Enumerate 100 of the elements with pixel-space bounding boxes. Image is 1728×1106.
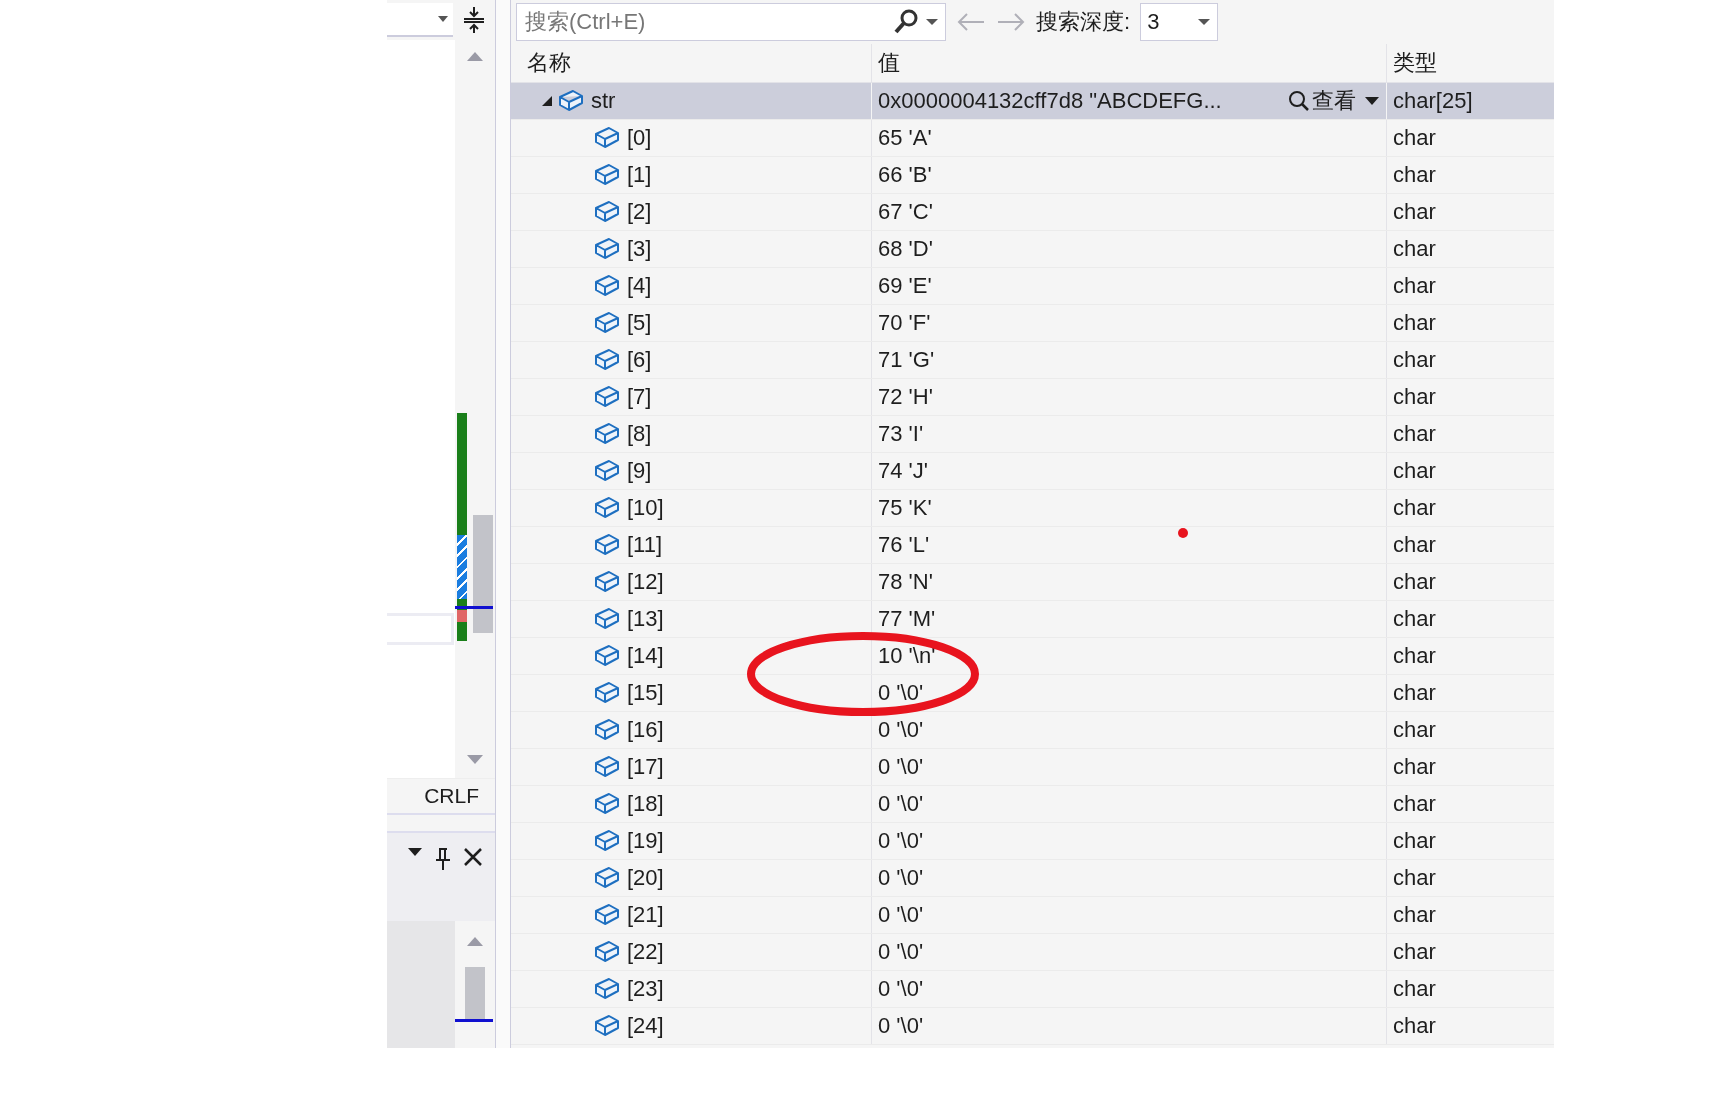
variable-type: char <box>1393 717 1436 743</box>
watch-row[interactable]: [17] 0 '\0' char <box>511 749 1554 786</box>
variable-type: char <box>1393 421 1436 447</box>
variable-name: [6] <box>627 347 652 373</box>
caret-icon[interactable] <box>925 18 939 26</box>
variable-type: char[25] <box>1393 88 1473 114</box>
variable-value: 78 'N' <box>878 569 933 595</box>
watch-row[interactable]: [15] 0 '\0' char <box>511 675 1554 712</box>
watch-row[interactable]: [19] 0 '\0' char <box>511 823 1554 860</box>
cube-icon <box>593 273 621 299</box>
expand-arrow-icon[interactable] <box>541 95 553 107</box>
variable-name: [11] <box>627 532 663 558</box>
watch-row[interactable]: [9] 74 'J' char <box>511 453 1554 490</box>
variable-name: [20] <box>627 865 664 891</box>
variable-type: char <box>1393 902 1436 928</box>
watch-row[interactable]: str 0x0000004132cff7d8 "ABCDEFG... 查看 char[25] <box>511 83 1554 120</box>
variable-type: char <box>1393 384 1436 410</box>
search-field[interactable]: 搜索(Ctrl+E) <box>516 3 946 41</box>
caret-icon <box>437 15 449 23</box>
variable-value: 66 'B' <box>878 162 932 188</box>
watch-row[interactable]: [11] 76 'L' char <box>511 527 1554 564</box>
search-depth-dropdown[interactable]: 3 <box>1140 3 1219 41</box>
variable-value: 73 'I' <box>878 421 924 447</box>
scroll-thumb[interactable] <box>465 967 485 1019</box>
search-depth-label: 搜索深度: <box>1036 8 1131 36</box>
watch-row[interactable]: [5] 70 'F' char <box>511 305 1554 342</box>
variable-type: char <box>1393 236 1436 262</box>
variable-name: [12] <box>627 569 664 595</box>
dropdown-field[interactable] <box>387 3 453 37</box>
edit-marker <box>457 535 467 599</box>
search-input[interactable]: 搜索(Ctrl+E) <box>523 8 893 36</box>
line-ending-label[interactable]: CRLF <box>424 784 479 808</box>
cube-icon <box>593 236 621 262</box>
variable-name: [22] <box>627 939 664 965</box>
search-icon[interactable] <box>893 9 919 35</box>
watch-row[interactable]: [6] 71 'G' char <box>511 342 1554 379</box>
watch-row[interactable]: [2] 67 'C' char <box>511 194 1554 231</box>
cube-icon <box>593 976 621 1002</box>
variable-name: [16] <box>627 717 664 743</box>
watch-row[interactable]: [18] 0 '\0' char <box>511 786 1554 823</box>
pin-icon[interactable] <box>435 847 451 871</box>
cube-icon <box>593 347 621 373</box>
watch-row[interactable]: [13] 77 'M' char <box>511 601 1554 638</box>
variable-name: [21] <box>627 902 664 928</box>
variable-name: [4] <box>627 273 652 299</box>
variable-value: 0 '\0' <box>878 717 924 743</box>
cube-icon <box>593 828 621 854</box>
variable-type: char <box>1393 939 1436 965</box>
dropdown-arrow-icon[interactable] <box>407 847 423 857</box>
variable-value: 69 'E' <box>878 273 932 299</box>
variable-type: char <box>1393 310 1436 336</box>
scroll-up-icon[interactable] <box>466 50 484 62</box>
variable-type: char <box>1393 347 1436 373</box>
variable-name: [23] <box>627 976 664 1002</box>
watch-row[interactable]: [10] 75 'K' char <box>511 490 1554 527</box>
watch-row[interactable]: [16] 0 '\0' char <box>511 712 1554 749</box>
variable-name: [14] <box>627 643 664 669</box>
watch-row[interactable]: [23] 0 '\0' char <box>511 971 1554 1008</box>
watch-row[interactable]: [0] 65 'A' char <box>511 120 1554 157</box>
cube-icon <box>593 902 621 928</box>
watch-row[interactable]: [3] 68 'D' char <box>511 231 1554 268</box>
variable-name: [8] <box>627 421 652 447</box>
watch-row[interactable]: [21] 0 '\0' char <box>511 897 1554 934</box>
variable-value: 75 'K' <box>878 495 932 521</box>
split-window-icon[interactable] <box>463 6 485 34</box>
variable-type: char <box>1393 495 1436 521</box>
search-icon <box>1288 90 1310 112</box>
variable-type: char <box>1393 532 1436 558</box>
caret-icon <box>1197 18 1212 26</box>
variable-type: char <box>1393 273 1436 299</box>
watch-row[interactable]: [22] 0 '\0' char <box>511 934 1554 971</box>
watch-row[interactable]: [7] 72 'H' char <box>511 379 1554 416</box>
scrollbar[interactable] <box>455 921 495 1048</box>
variable-value: 0x0000004132cff7d8 "ABCDEFG... <box>878 88 1222 114</box>
watch-row[interactable]: [14] 10 '\n' char <box>511 638 1554 675</box>
view-button[interactable]: 查看 <box>1288 86 1386 116</box>
watch-row[interactable]: [24] 0 '\0' char <box>511 1008 1554 1045</box>
cube-icon <box>593 125 621 151</box>
variable-name: [2] <box>627 199 652 225</box>
column-header[interactable]: 名称 <box>527 48 571 78</box>
variable-value: 74 'J' <box>878 458 928 484</box>
cube-icon <box>593 717 621 743</box>
cube-icon <box>593 310 621 336</box>
variable-name: [1] <box>627 162 652 188</box>
watch-row[interactable]: [4] 69 'E' char <box>511 268 1554 305</box>
scroll-up-icon[interactable] <box>466 935 484 947</box>
scroll-thumb[interactable] <box>473 515 493 633</box>
scroll-down-icon[interactable] <box>466 754 484 766</box>
variable-type: char <box>1393 162 1436 188</box>
watch-row[interactable]: [12] 78 'N' char <box>511 564 1554 601</box>
variable-name: [7] <box>627 384 652 410</box>
watch-row[interactable]: [1] 66 'B' char <box>511 157 1554 194</box>
close-icon[interactable] <box>463 847 483 867</box>
variable-value: 0 '\0' <box>878 939 924 965</box>
column-header[interactable]: 类型 <box>1393 48 1437 78</box>
watch-row[interactable]: [8] 73 'I' char <box>511 416 1554 453</box>
watch-row[interactable]: [20] 0 '\0' char <box>511 860 1554 897</box>
variable-value: 0 '\0' <box>878 791 924 817</box>
variable-type: char <box>1393 976 1436 1002</box>
column-header[interactable]: 值 <box>878 48 900 78</box>
